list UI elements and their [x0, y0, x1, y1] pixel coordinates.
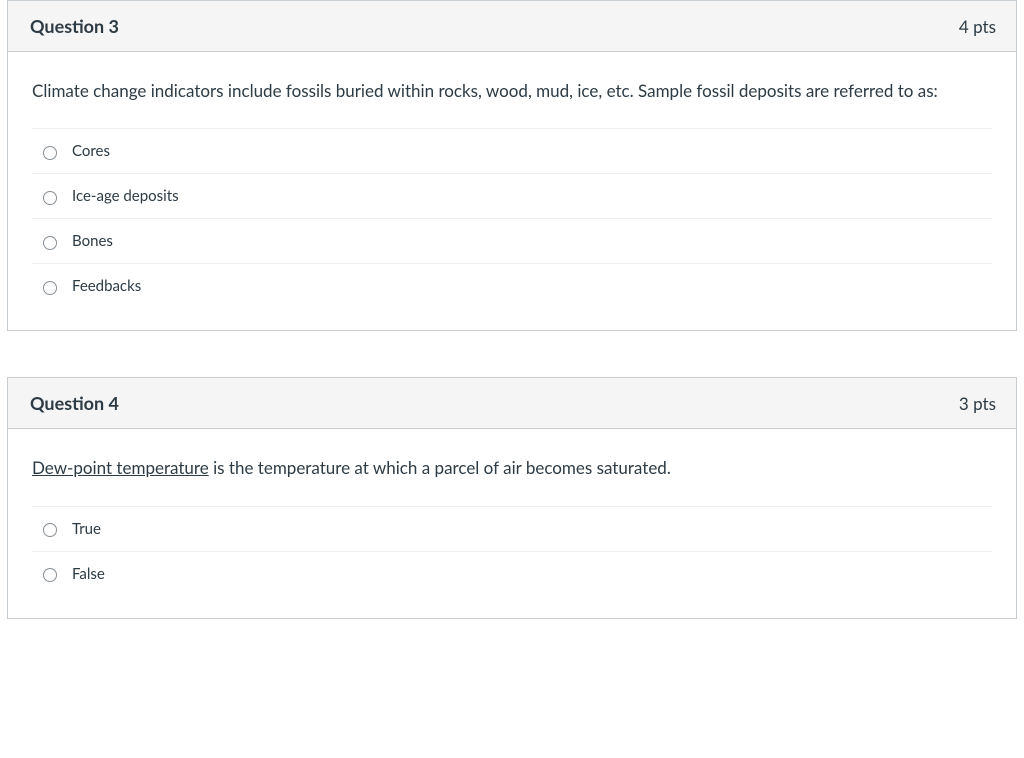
option-radio[interactable] [43, 281, 57, 295]
option-row[interactable]: Bones [32, 219, 992, 264]
option-radio[interactable] [43, 191, 57, 205]
prompt-rest: is the temperature at which a parcel of … [209, 457, 671, 478]
question-header: Question 3 4 pts [8, 1, 1016, 52]
question-title: Question 4 [30, 392, 119, 414]
question-prompt: Climate change indicators include fossil… [32, 78, 992, 104]
question-card-4: Question 4 3 pts Dew-point temperature i… [7, 377, 1017, 618]
option-label: Feedbacks [72, 277, 141, 295]
option-row[interactable]: Cores [32, 129, 992, 174]
option-radio[interactable] [43, 236, 57, 250]
options-list: True False [32, 506, 992, 596]
question-body: Climate change indicators include fossil… [8, 52, 1016, 330]
option-radio[interactable] [43, 523, 57, 537]
option-row[interactable]: Feedbacks [32, 264, 992, 308]
option-row[interactable]: True [32, 507, 992, 552]
option-label: Bones [72, 232, 113, 250]
prompt-underlined: Dew-point temperature [32, 457, 209, 478]
option-label: False [72, 565, 105, 583]
options-list: Cores Ice-age deposits Bones Feedbacks [32, 128, 992, 308]
option-radio[interactable] [43, 568, 57, 582]
option-radio[interactable] [43, 146, 57, 160]
question-points: 4 pts [959, 16, 996, 37]
question-body: Dew-point temperature is the temperature… [8, 429, 1016, 617]
option-row[interactable]: False [32, 552, 992, 596]
option-label: True [72, 520, 101, 538]
option-label: Ice-age deposits [72, 187, 179, 205]
question-card-3: Question 3 4 pts Climate change indicato… [7, 0, 1017, 331]
question-title: Question 3 [30, 15, 119, 37]
option-label: Cores [72, 142, 110, 160]
question-header: Question 4 3 pts [8, 378, 1016, 429]
question-points: 3 pts [959, 393, 996, 414]
question-prompt: Dew-point temperature is the temperature… [32, 455, 992, 481]
option-row[interactable]: Ice-age deposits [32, 174, 992, 219]
